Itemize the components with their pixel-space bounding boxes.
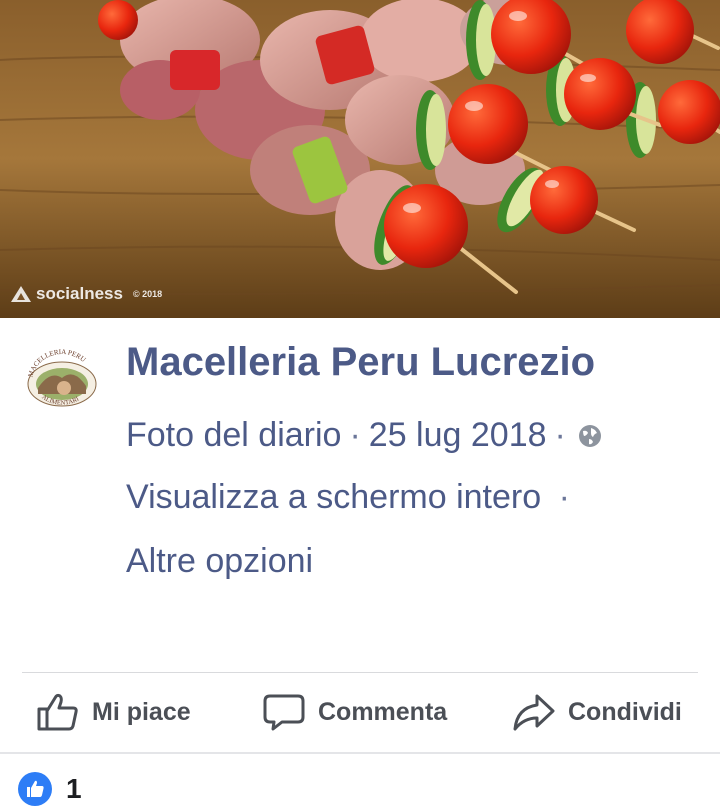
fullscreen-row: Visualizza a schermo intero · xyxy=(126,478,578,517)
thumbs-up-icon xyxy=(37,693,78,731)
divider xyxy=(0,752,720,754)
share-label: Condividi xyxy=(568,697,682,726)
post-photo[interactable]: socialness © 2018 xyxy=(0,0,720,318)
like-label: Mi piace xyxy=(92,697,191,726)
share-arrow-icon xyxy=(513,694,555,731)
view-fullscreen-link[interactable]: Visualizza a schermo intero xyxy=(126,478,541,516)
action-bar: Mi piace Commenta Condividi xyxy=(0,680,720,750)
meta-separator: · xyxy=(349,416,361,454)
page-avatar[interactable]: MACELLERIA PERU ALIMENTARI xyxy=(24,348,100,414)
watermark-year: © 2018 xyxy=(132,289,163,299)
meta-separator: · xyxy=(558,478,570,516)
page-name-link[interactable]: Macelleria Peru Lucrezio xyxy=(126,340,595,385)
post-type-link[interactable]: Foto del diario xyxy=(126,416,341,455)
like-button[interactable]: Mi piace xyxy=(36,680,191,744)
comment-label: Commenta xyxy=(318,697,448,726)
reactions-summary[interactable]: 1 xyxy=(18,772,82,806)
post-date-link[interactable]: 25 lug 2018 xyxy=(369,416,547,455)
globe-icon xyxy=(578,424,601,447)
reaction-count: 1 xyxy=(66,773,82,804)
thumbs-up-small-icon xyxy=(27,780,44,797)
watermark: socialness © 2018 xyxy=(10,284,162,304)
share-button[interactable]: Condividi xyxy=(512,680,682,744)
post-meta: Foto del diario · 25 lug 2018 · xyxy=(126,416,602,455)
watermark-brand: socialness xyxy=(36,284,123,303)
comment-button[interactable]: Commenta xyxy=(262,680,447,744)
meta-separator: · xyxy=(554,416,566,454)
shop-logo-icon: MACELLERIA PERU ALIMENTARI xyxy=(26,348,97,407)
like-reaction-icon xyxy=(18,772,52,806)
divider xyxy=(22,672,698,673)
comment-bubble-icon xyxy=(263,694,305,731)
skewers-image xyxy=(0,0,720,318)
socialness-logo-icon xyxy=(11,286,31,302)
more-options-link[interactable]: Altre opzioni xyxy=(126,542,313,581)
